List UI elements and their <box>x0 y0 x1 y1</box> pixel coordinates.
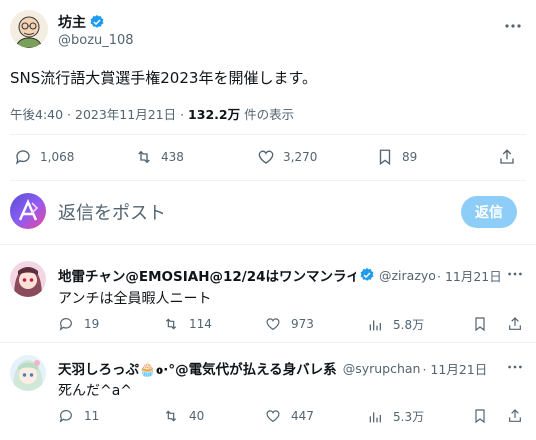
reply-1-repost-count: 114 <box>189 317 212 331</box>
more-options-icon[interactable] <box>506 265 524 283</box>
reply-1-like-action[interactable]: 973 <box>265 316 314 332</box>
views-count: 132.2万 <box>188 107 241 122</box>
reply-2-avatar[interactable] <box>10 355 46 391</box>
repost-action[interactable]: 438 <box>135 148 184 166</box>
author-name[interactable]: 坊主 <box>58 12 86 32</box>
divider <box>0 244 536 245</box>
bookmark-action[interactable]: 89 <box>376 148 417 166</box>
repost-count: 438 <box>161 150 184 164</box>
divider <box>10 134 526 135</box>
author-avatar[interactable] <box>10 10 48 48</box>
reply-1-reply-action[interactable]: 19 <box>58 316 99 332</box>
reply-2-like-action[interactable]: 447 <box>265 408 314 424</box>
share-icon[interactable] <box>507 316 523 332</box>
reply-2-author-name[interactable]: 天羽しろっぷ🧁ߋ·°@電気代が払える身バレ系 <box>58 358 337 378</box>
views-label: 件の表示 <box>240 107 295 122</box>
divider <box>0 342 536 343</box>
repost-icon <box>135 148 153 166</box>
author-handle[interactable]: @bozu_108 <box>58 33 134 48</box>
post-timestamp[interactable]: 午後4:40 · 2023年11月21日 · <box>10 107 188 122</box>
repost-icon <box>163 408 179 424</box>
reply-2-text: 死んだ^a^ <box>58 383 133 399</box>
divider <box>10 180 526 181</box>
repost-icon <box>163 316 179 332</box>
views-chart-icon <box>367 409 383 425</box>
reply-1-date[interactable]: · 11月21日 <box>437 266 502 285</box>
reply-1-avatar[interactable] <box>10 261 46 297</box>
reply-count: 1,068 <box>40 150 75 164</box>
reply-1-author-name[interactable]: 地雷チャン@EMOSIAH@12/24はワンマンライブ <box>58 265 356 285</box>
reply-button[interactable]: 返信 <box>461 196 517 228</box>
reply-2-repost-count: 40 <box>189 409 205 423</box>
reply-1-header: 地雷チャン@EMOSIAH@12/24はワンマンライブ @zirazyo_ · … <box>58 265 502 286</box>
post-text: SNS流行語大賞選手権2023年を開催します。 <box>10 69 317 87</box>
reply-input[interactable]: 返信をポスト <box>58 199 166 225</box>
more-options-icon[interactable] <box>503 16 523 36</box>
reply-1-like-count: 973 <box>291 317 314 331</box>
reply-2-repost-action[interactable]: 40 <box>163 408 204 424</box>
reply-2-date[interactable]: · 11月21日 <box>422 359 487 378</box>
reply-icon <box>58 408 74 424</box>
more-options-icon[interactable] <box>506 358 524 376</box>
reply-2-author-handle[interactable]: @syrupchan <box>343 361 421 376</box>
reply-1-author-handle[interactable]: @zirazyo_ <box>379 268 435 283</box>
verified-badge-icon <box>359 267 375 283</box>
heart-icon <box>265 316 281 332</box>
bookmark-icon[interactable] <box>472 316 488 332</box>
reply-icon <box>14 148 32 166</box>
reply-action[interactable]: 1,068 <box>14 148 74 166</box>
reply-1-views-action[interactable]: 5.8万 <box>367 316 424 333</box>
reply-icon <box>58 316 74 332</box>
reply-2-reply-count: 11 <box>84 409 100 423</box>
reply-2-like-count: 447 <box>291 409 314 423</box>
reply-1-reply-count: 19 <box>84 317 100 331</box>
reply-2-reply-action[interactable]: 11 <box>58 408 99 424</box>
author-name-row: 坊主 <box>58 13 105 31</box>
share-icon[interactable] <box>498 148 516 166</box>
heart-icon <box>257 148 275 166</box>
like-count: 3,270 <box>283 150 318 164</box>
like-action[interactable]: 3,270 <box>257 148 317 166</box>
post-meta: 午後4:40 · 2023年11月21日 · 132.2万 件の表示 <box>10 104 294 123</box>
reply-1-views-count: 5.8万 <box>393 318 425 332</box>
reply-2-views-count: 5.3万 <box>393 410 425 424</box>
share-icon[interactable] <box>507 408 523 424</box>
heart-icon <box>265 408 281 424</box>
reply-2-views-action[interactable]: 5.3万 <box>367 408 424 425</box>
bookmark-icon <box>376 148 394 166</box>
bookmark-icon[interactable] <box>472 408 488 424</box>
reply-1-text: アンチは全員暇人ニート <box>58 291 212 307</box>
bookmark-count: 89 <box>402 150 418 164</box>
reply-2-header: 天羽しろっぷ🧁ߋ·°@電気代が払える身バレ系 @syrupchan · 11月2… <box>58 358 487 379</box>
reply-1-repost-action[interactable]: 114 <box>163 316 212 332</box>
my-avatar[interactable] <box>10 193 46 229</box>
views-chart-icon <box>367 317 383 333</box>
verified-badge-icon <box>89 14 105 30</box>
